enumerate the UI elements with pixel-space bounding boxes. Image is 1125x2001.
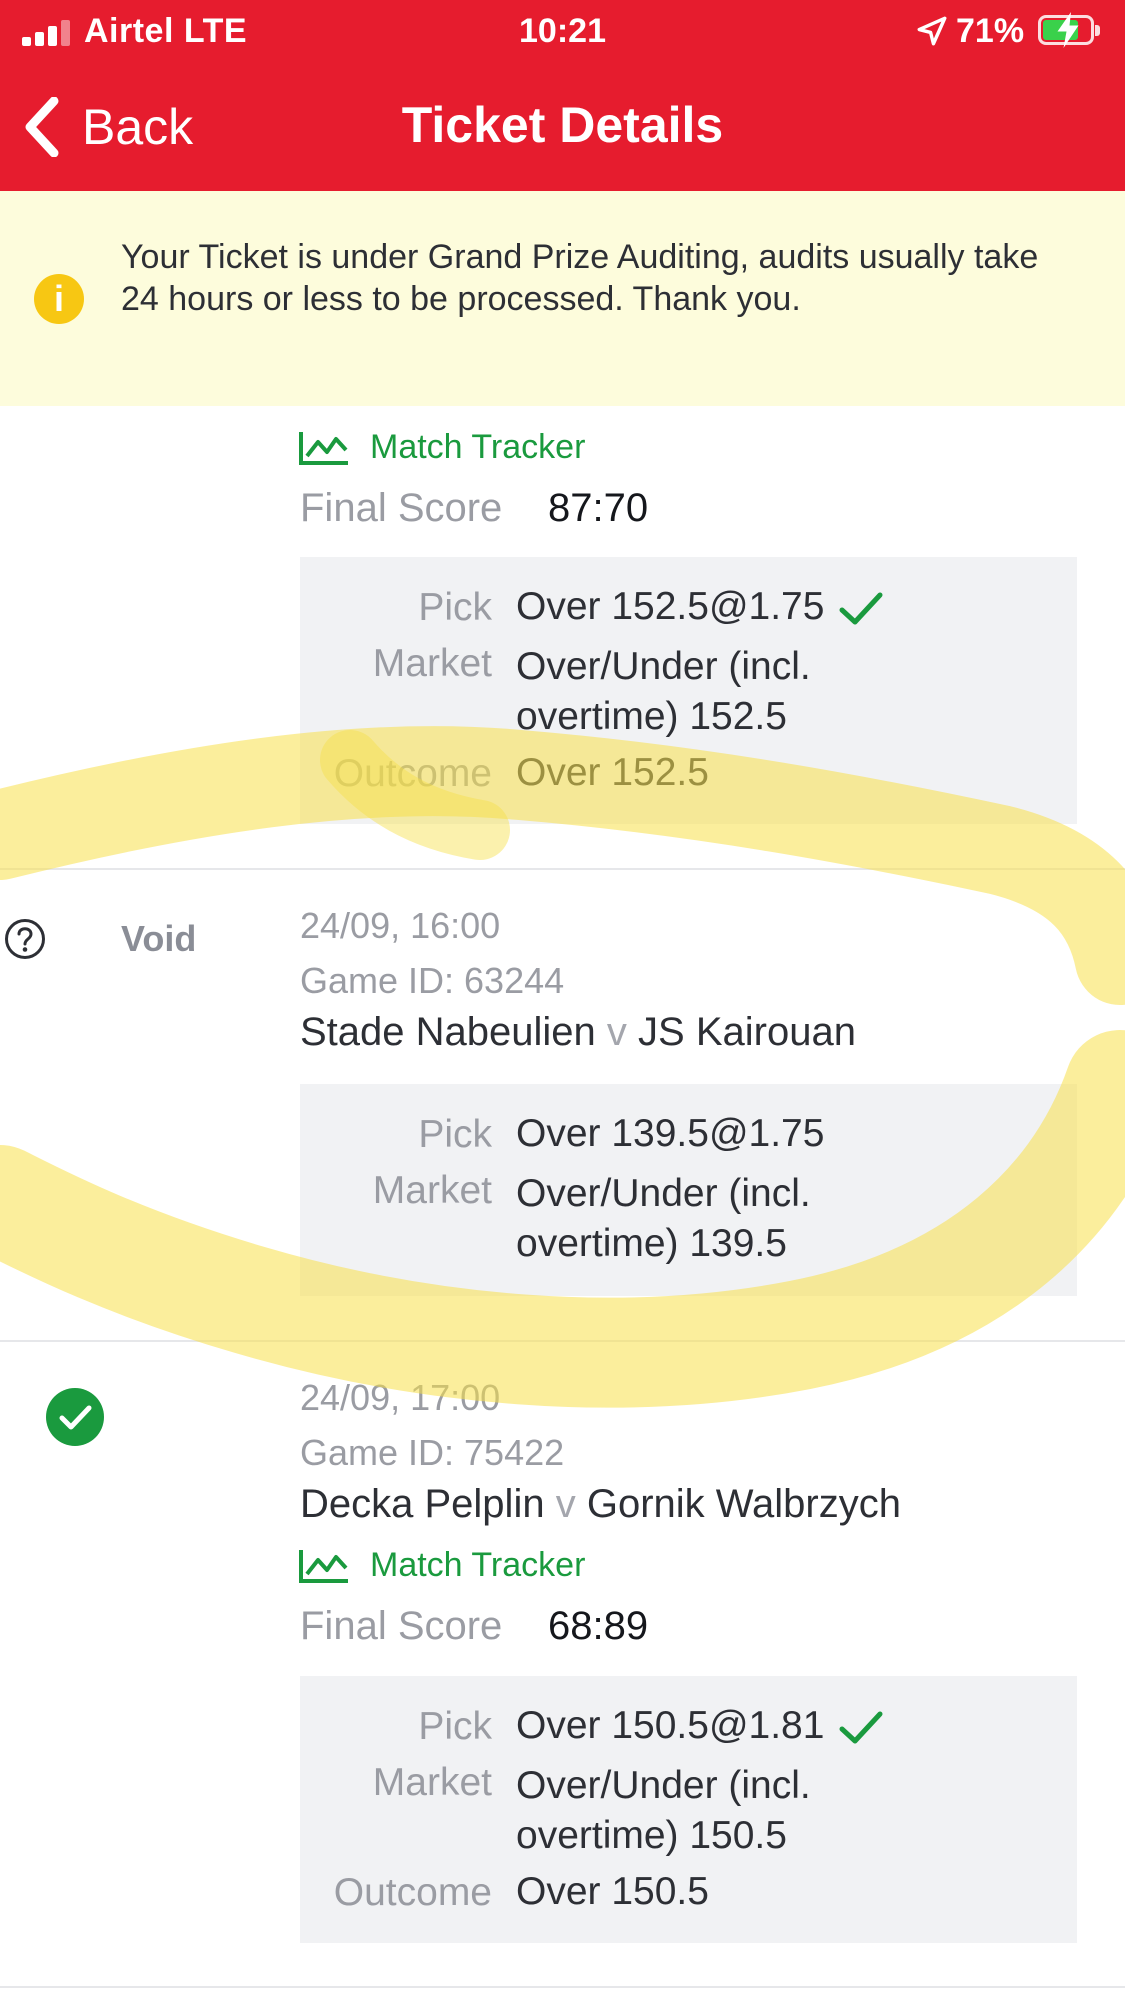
location-arrow-icon — [917, 16, 947, 46]
info-icon: i — [34, 274, 84, 324]
away-team: Gornik Walbrzych — [586, 1482, 901, 1526]
final-score-value: 68:89 — [548, 1604, 649, 1648]
final-score-label: Final Score — [300, 1604, 503, 1648]
final-score-value: 87:70 — [548, 486, 649, 530]
market-value-line2: overtime) 150.5 — [516, 1814, 787, 1857]
page-title: Ticket Details — [401, 97, 724, 153]
match-tracker-link[interactable]: Match Tracker — [298, 1546, 585, 1585]
top-bar: Airtel LTE 10:21 71% Back Ticket Details — [0, 0, 1125, 191]
battery-icon — [1038, 12, 1100, 48]
versus-label: v — [555, 1482, 576, 1526]
home-team: Stade Nabeulien — [300, 1010, 596, 1054]
final-score-label: Final Score — [300, 486, 503, 530]
match-tracker-label: Match Tracker — [370, 1546, 586, 1584]
market-label: Market — [372, 1169, 492, 1212]
market-value-line1: Over/Under (incl. — [516, 1172, 811, 1215]
question-icon — [5, 919, 45, 959]
divider — [0, 1340, 1125, 1342]
match-teams: Decka Pelplin v Gornik Walbrzych — [300, 1482, 901, 1527]
match-tracker-label: Match Tracker — [370, 428, 586, 466]
versus-label: v — [606, 1010, 627, 1054]
market-value-line1: Over/Under (incl. — [516, 1764, 811, 1807]
match-tracker-icon — [299, 1549, 348, 1583]
game-id: Game ID: 75422 — [300, 1432, 565, 1473]
market-value-line1: Over/Under (incl. — [516, 645, 811, 688]
match-datetime: 24/09, 16:00 — [300, 905, 501, 946]
match-datetime: 24/09, 17:00 — [300, 1377, 501, 1418]
pick-label: Pick — [418, 586, 492, 629]
pick-value: Over 152.5@1.75 — [516, 582, 884, 632]
check-icon — [839, 592, 883, 625]
status-bar: Airtel LTE 10:21 71% — [0, 0, 1125, 62]
pick-label: Pick — [418, 1113, 492, 1156]
won-check-icon — [46, 1388, 104, 1446]
outcome-label: Outcome — [333, 752, 492, 795]
match-tracker-icon — [299, 431, 348, 465]
divider — [0, 868, 1125, 870]
pick-value: Over 150.5@1.81 — [516, 1701, 884, 1751]
match-teams: Stade Nabeulien v JS Kairouan — [300, 1010, 856, 1055]
market-value-line2: overtime) 152.5 — [516, 695, 787, 738]
outcome-label: Outcome — [333, 1871, 492, 1914]
divider — [0, 1986, 1125, 1988]
banner-message: Your Ticket is under Grand Prize Auditin… — [121, 238, 1039, 318]
check-icon — [839, 1711, 883, 1744]
match-tracker-link[interactable]: Match Tracker — [298, 428, 585, 467]
home-team: Decka Pelplin — [300, 1482, 545, 1526]
away-team: JS Kairouan — [638, 1010, 856, 1054]
market-label: Market — [372, 1761, 492, 1804]
outcome-value: Over 152.5 — [516, 751, 709, 794]
game-id: Game ID: 63244 — [300, 960, 565, 1001]
pick-label: Pick — [418, 1705, 492, 1748]
market-label: Market — [372, 642, 492, 685]
battery-percent: 71% — [956, 12, 1025, 50]
market-value-line2: overtime) 139.5 — [516, 1222, 787, 1265]
outcome-value: Over 150.5 — [516, 1870, 709, 1913]
pick-value: Over 139.5@1.75 — [516, 1112, 825, 1155]
void-status-label: Void — [121, 918, 197, 959]
